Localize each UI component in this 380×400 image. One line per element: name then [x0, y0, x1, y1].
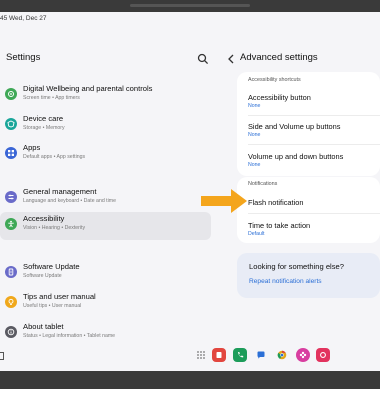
item-label: Device care [23, 114, 64, 123]
item-label: Accessibility [23, 214, 65, 223]
messages-icon[interactable] [254, 348, 268, 362]
item-label: Tips and user manual [23, 292, 96, 301]
software-update-icon [5, 266, 17, 278]
item-sub: Language and keyboard • Date and time [23, 198, 116, 204]
settings-item-accessibility[interactable]: Accessibility Vision • Hearing • Dexteri… [0, 212, 211, 240]
settings-item-apps[interactable]: Apps Default apps • App settings [0, 141, 211, 171]
item-label: Software Update [23, 262, 80, 271]
search-icon[interactable] [197, 52, 209, 65]
option-flash-notification[interactable]: Flash notification [248, 198, 303, 207]
camera-slot [130, 4, 250, 7]
settings-item-tips[interactable]: Tips and user manual Useful tips • User … [0, 290, 211, 320]
general-management-icon [5, 191, 17, 203]
section-label-notifications: Notifications [248, 181, 278, 187]
option-value: None [248, 162, 261, 168]
apps-icon [5, 147, 17, 159]
item-label: General management [23, 187, 97, 196]
option-accessibility-button[interactable]: Accessibility button None [248, 93, 311, 109]
item-sub: Useful tips • User manual [23, 303, 82, 309]
divider [248, 213, 380, 214]
settings-item-device-care[interactable]: Device care Storage • Memory [0, 112, 211, 142]
item-label: Apps [23, 143, 41, 152]
status-bar-clock: 45 Wed, Dec 27 [0, 15, 47, 22]
phone-call-icon[interactable] [233, 348, 247, 362]
section-label-accessibility-shortcuts: Accessibility shortcuts [248, 77, 301, 83]
looking-for-something-else-card: Looking for something else? Repeat notif… [237, 253, 380, 298]
settings-item-software-update[interactable]: Software Update Software Update [0, 260, 211, 290]
repeat-notification-alerts-link[interactable]: Repeat notification alerts [249, 278, 322, 285]
divider [248, 144, 380, 145]
device-bottom-bezel [0, 371, 380, 389]
tips-icon [5, 296, 17, 308]
item-label: About tablet [23, 322, 64, 331]
about-icon [5, 326, 17, 338]
option-value: Default [248, 231, 265, 237]
option-label: Accessibility button [248, 93, 311, 102]
option-label: Time to take action [248, 221, 311, 230]
option-label: Volume up and down buttons [248, 152, 344, 161]
option-side-volume-up[interactable]: Side and Volume up buttons None [248, 122, 340, 138]
settings-item-digital-wellbeing[interactable]: Digital Wellbeing and parental controls … [0, 82, 211, 112]
option-value: None [248, 103, 261, 109]
item-sub: Status • Legal information • Tablet name [23, 333, 116, 339]
device-top-bezel [0, 0, 380, 12]
item-sub: Screen time • App timers [23, 95, 80, 101]
camera-icon[interactable] [316, 348, 330, 362]
background-strip [0, 389, 380, 400]
option-label: Flash notification [248, 198, 304, 207]
bixby-flower-icon[interactable] [296, 348, 310, 362]
notes-icon[interactable] [212, 348, 226, 362]
item-sub: Default apps • App settings [23, 154, 86, 160]
back-arrow-icon[interactable] [226, 52, 236, 64]
highlight-arrow-icon [201, 189, 247, 213]
option-value: None [248, 132, 261, 138]
navigation-bar [0, 342, 380, 371]
option-label: Side and Volume up buttons [248, 122, 341, 131]
option-time-to-take-action[interactable]: Time to take action Default [248, 221, 310, 237]
recent-apps-icon[interactable] [0, 352, 4, 360]
advanced-settings-title: Advanced settings [240, 52, 318, 63]
item-sub: Storage • Memory [23, 125, 65, 131]
app-grid-icon[interactable] [194, 348, 208, 362]
option-volume-up-down[interactable]: Volume up and down buttons None [248, 152, 343, 168]
settings-title: Settings [6, 52, 41, 63]
looking-title: Looking for something else? [249, 262, 344, 271]
chrome-icon[interactable] [275, 348, 289, 362]
item-sub: Vision • Hearing • Dexterity [23, 225, 86, 231]
device-care-icon [5, 118, 17, 130]
item-sub: Software Update [23, 273, 62, 279]
accessibility-icon [5, 218, 17, 230]
wellbeing-icon [5, 88, 17, 100]
settings-item-general-management[interactable]: General management Language and keyboard… [0, 185, 211, 215]
item-label: Digital Wellbeing and parental controls [23, 84, 153, 93]
divider [248, 115, 380, 116]
